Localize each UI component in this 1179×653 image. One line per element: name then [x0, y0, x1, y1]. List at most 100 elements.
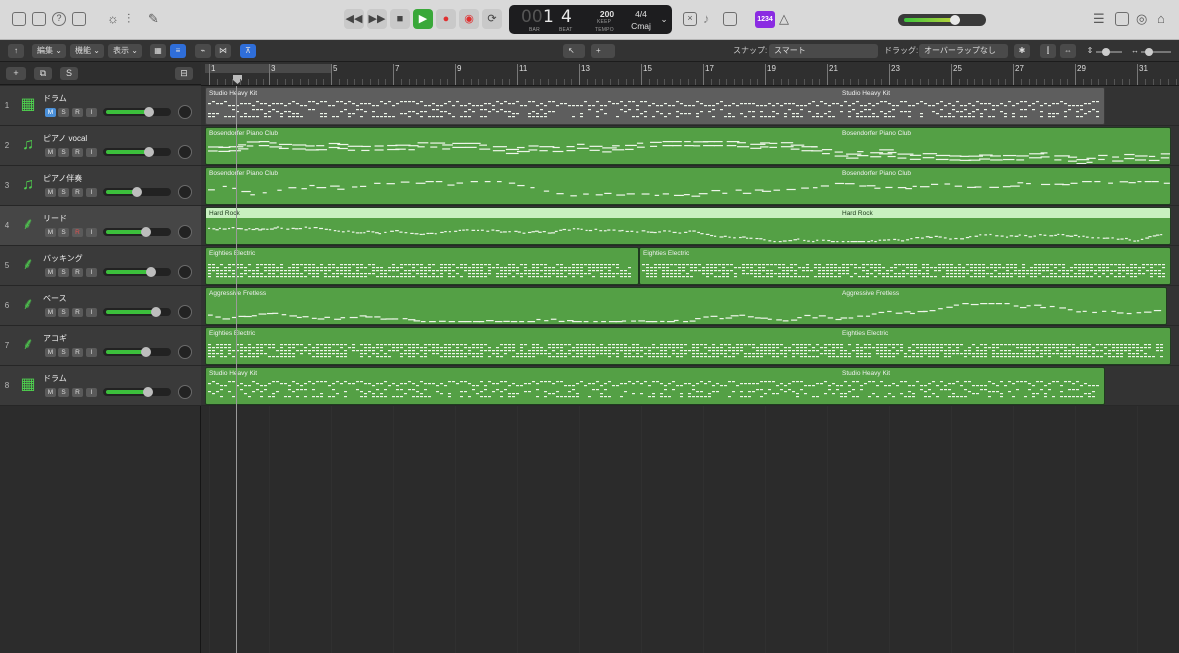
volume-fader[interactable]	[103, 107, 171, 117]
smart-controls-icon[interactable]: ☼	[107, 11, 119, 27]
track-header[interactable]: 1 ▦ ドラム M S R I	[0, 86, 201, 126]
record-enable-button[interactable]: R	[72, 188, 83, 197]
record-enable-button[interactable]: R	[72, 108, 83, 117]
inspector-icon[interactable]	[32, 12, 46, 26]
library-icon[interactable]	[12, 12, 26, 26]
fast-forward-button[interactable]: ▶▶	[367, 9, 387, 29]
mute-button[interactable]: M	[45, 148, 56, 157]
volume-knob[interactable]	[141, 227, 151, 237]
loop-browser-icon[interactable]: ◎	[1136, 11, 1147, 27]
pan-knob[interactable]	[178, 105, 192, 119]
back-arrow-icon[interactable]: ↑	[8, 44, 24, 58]
quick-help-icon[interactable]: ?	[52, 12, 66, 26]
solo-button[interactable]: S	[58, 308, 69, 317]
duplicate-track-button[interactable]: ⧉	[34, 67, 52, 80]
note-pad-icon[interactable]	[1115, 12, 1129, 26]
vertical-zoom-icon[interactable]: ⫿	[1040, 44, 1056, 58]
midi-region[interactable]: Aggressive Fretless Aggressive Fretless	[205, 287, 1167, 325]
mute-button[interactable]: M	[45, 308, 56, 317]
track-lane[interactable]: Aggressive Fretless Aggressive Fretless	[201, 286, 1179, 326]
lcd-chevron-down-icon[interactable]: ⌄	[659, 14, 669, 25]
volume-fader[interactable]	[103, 307, 171, 317]
acoustic-guitar-icon[interactable]: ⸙	[18, 335, 38, 355]
track-header[interactable]: 5 ⸙ バッキング M S R I	[0, 246, 201, 286]
volume-knob[interactable]	[143, 387, 153, 397]
solo-icon[interactable]	[723, 12, 737, 26]
catch-playhead-icon[interactable]: ⊼	[240, 44, 256, 58]
volume-knob[interactable]	[144, 107, 154, 117]
volume-fader[interactable]	[103, 347, 171, 357]
mute-button[interactable]: M	[45, 388, 56, 397]
flex-icon[interactable]: ⋈	[215, 44, 231, 58]
capture-record-button[interactable]: ◉	[459, 9, 479, 29]
volume-fader[interactable]	[103, 147, 171, 157]
mute-button[interactable]: M	[45, 108, 56, 117]
horizontal-zoom-icon[interactable]: ⇔	[1060, 44, 1076, 58]
view-menu[interactable]: 表示 ⌄	[108, 44, 142, 58]
vertical-zoom-slider[interactable]	[1096, 48, 1122, 56]
track-lane[interactable]: Eighties Electric Eighties Electric	[201, 246, 1179, 286]
volume-knob[interactable]	[151, 307, 161, 317]
input-monitor-button[interactable]: I	[86, 108, 97, 117]
input-monitor-button[interactable]: I	[86, 228, 97, 237]
play-button[interactable]: ▶	[413, 9, 433, 29]
record-enable-button[interactable]: R	[72, 388, 83, 397]
add-track-button[interactable]: +	[6, 67, 26, 80]
pan-knob[interactable]	[178, 185, 192, 199]
track-lane[interactable]: Bosendorfer Piano Club Bosendorfer Piano …	[201, 126, 1179, 166]
solo-button[interactable]: S	[58, 348, 69, 357]
track-header[interactable]: 3 ♫ ピアノ伴奏 M S R I	[0, 166, 201, 206]
volume-fader[interactable]	[103, 387, 171, 397]
horizontal-zoom-knob[interactable]	[1145, 48, 1153, 56]
bass-icon[interactable]: ⸙	[18, 295, 38, 315]
drum-machine-icon[interactable]: ▦	[18, 375, 38, 395]
volume-knob[interactable]	[132, 187, 142, 197]
record-enable-button[interactable]: R	[72, 308, 83, 317]
pan-knob[interactable]	[178, 305, 192, 319]
browser-icon[interactable]: ⌂	[1157, 11, 1165, 27]
pointer-tool[interactable]: ↖	[563, 44, 585, 58]
count-in-badge[interactable]: 1234	[755, 11, 775, 28]
guitar-icon[interactable]: ⸙	[18, 255, 38, 275]
metronome-icon[interactable]: △	[779, 11, 789, 27]
solo-button[interactable]: S	[58, 228, 69, 237]
pan-knob[interactable]	[178, 345, 192, 359]
master-volume-knob[interactable]	[950, 15, 960, 25]
track-header[interactable]: 8 ▦ ドラム M S R I	[0, 366, 201, 406]
midi-region[interactable]: Hard Rock Hard Rock	[205, 207, 1171, 245]
input-monitor-button[interactable]: I	[86, 348, 97, 357]
track-name[interactable]: ドラム	[43, 373, 67, 384]
track-name[interactable]: ドラム	[43, 93, 67, 104]
lcd-display[interactable]: 00 1 4 BAR BEAT 200 KEEP TEMPO 4/4 Cmaj …	[509, 5, 672, 34]
record-enable-button[interactable]: R	[72, 148, 83, 157]
track-name[interactable]: ピアノ伴奏	[43, 173, 82, 184]
piano-icon[interactable]: ♫	[18, 135, 38, 155]
replace-icon[interactable]: ×	[683, 12, 697, 26]
midi-region[interactable]: Bosendorfer Piano Club Bosendorfer Piano …	[205, 167, 1171, 205]
drag-select[interactable]: オーバーラップなし	[919, 44, 1008, 58]
input-monitor-button[interactable]: I	[86, 188, 97, 197]
snap-select[interactable]: スマート	[769, 44, 878, 58]
input-monitor-button[interactable]: I	[86, 148, 97, 157]
volume-knob[interactable]	[141, 347, 151, 357]
record-button[interactable]: ●	[436, 9, 456, 29]
track-header[interactable]: 4 ⸙ リード M S R I	[0, 206, 201, 246]
track-lane[interactable]: Studio Heavy Kit Studio Heavy Kit	[201, 86, 1179, 126]
track-name[interactable]: ベース	[43, 293, 67, 304]
record-enable-button[interactable]: R	[72, 348, 83, 357]
track-name[interactable]: アコギ	[43, 333, 67, 344]
stop-button[interactable]: ■	[390, 9, 410, 29]
track-header[interactable]: 6 ⸙ ベース M S R I	[0, 286, 201, 326]
master-volume-slider[interactable]	[898, 14, 986, 26]
horizontal-zoom-slider[interactable]	[1141, 48, 1171, 56]
track-lane[interactable]: Bosendorfer Piano Club Bosendorfer Piano …	[201, 166, 1179, 206]
waveform-zoom-icon[interactable]: ✱	[1014, 44, 1030, 58]
midi-region[interactable]: Eighties Electric Eighties Electric	[205, 327, 1171, 365]
pan-knob[interactable]	[178, 385, 192, 399]
midi-region[interactable]: Bosendorfer Piano Club Bosendorfer Piano …	[205, 127, 1171, 165]
grid-view-icon[interactable]: ▦	[150, 44, 166, 58]
automation-icon[interactable]: ⌁	[195, 44, 211, 58]
track-header[interactable]: 2 ♫ ピアノ vocal M S R I	[0, 126, 201, 166]
track-name[interactable]: リード	[43, 213, 67, 224]
vertical-zoom-knob[interactable]	[1102, 48, 1110, 56]
